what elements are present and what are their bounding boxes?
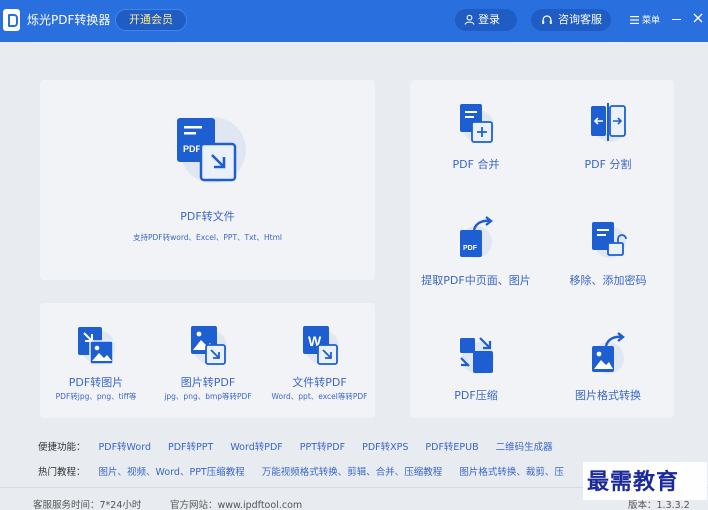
watermark-text: 最需教育 [587, 469, 680, 495]
customer-service-button[interactable]: 咨询客服 [531, 9, 611, 31]
pdf-split-label: PDF 分割 [584, 158, 632, 171]
image-format-tile[interactable]: 图片格式转换 [542, 312, 674, 418]
password-label: 移除、添加密码 [569, 274, 647, 287]
image-to-pdf-tile[interactable]: 图片转PDF jpg、png、bmp等转PDF [152, 303, 264, 418]
quick-links: 便捷功能： PDF转Word PDF转PPT Word转PDF PPT转PDF … [38, 439, 567, 453]
headset-icon [542, 15, 552, 24]
quick-links-heading: 便捷功能： [38, 442, 86, 453]
quick-link-pdf-to-word[interactable]: PDF转Word [99, 442, 151, 453]
title-bar: 烁光PDF转换器 开通会员 登录 咨询客服 菜单 [0, 0, 708, 42]
image-format-label: 图片格式转换 [575, 389, 641, 402]
pdf-to-image-icon [78, 327, 115, 365]
pdf-to-image-description: PDF转jpg、png、tiff等 [55, 392, 137, 401]
image-convert-icon [592, 332, 625, 374]
menu-button[interactable]: 菜单 [630, 13, 660, 26]
app-title: 烁光PDF转换器 [27, 13, 111, 27]
image-to-pdf-label: 图片转PDF [180, 376, 236, 389]
menu-icon [630, 16, 639, 24]
image-to-pdf-icon [191, 326, 227, 365]
file-to-pdf-tile[interactable]: W 文件转PDF Word、ppt、excel等转PDF [264, 303, 375, 418]
extract-pages-label: 提取PDF中页面、图片 [421, 274, 531, 287]
quick-link-pdf-to-ppt[interactable]: PDF转PPT [168, 442, 213, 453]
pdf-merge-tile[interactable]: PDF 合并 [410, 80, 542, 190]
compress-icon [460, 337, 494, 374]
login-label: 登录 [478, 13, 500, 26]
app-logo-icon [3, 9, 20, 31]
pdf-to-file-card[interactable]: PDF PDF转文件 支持PDF转word、Excel、PPT、Txt、Html [40, 80, 375, 280]
pdf-to-file-label: PDF转文件 [180, 210, 235, 223]
menu-label: 菜单 [642, 16, 661, 26]
word-file-icon: W [303, 326, 339, 365]
password-tile[interactable]: 移除、添加密码 [542, 196, 674, 306]
file-to-pdf-label: 文件转PDF [292, 376, 347, 389]
quick-link-word-to-pdf[interactable]: Word转PDF [230, 442, 282, 453]
user-icon [464, 14, 475, 25]
quick-link-pdf-to-epub[interactable]: PDF转EPUB [425, 442, 478, 453]
watermark-logo: 最需教育 [583, 462, 707, 500]
image-to-pdf-description: jpg、png、bmp等转PDF [164, 392, 252, 401]
tutorial-link-compress[interactable]: 图片、视频、Word、PPT压缩教程 [99, 467, 245, 478]
extract-icon: PDF [460, 216, 493, 258]
pdf-merge-label: PDF 合并 [452, 158, 500, 171]
pdf-to-file-description: 支持PDF转word、Excel、PPT、Txt、Html [133, 233, 282, 242]
svg-text:PDF: PDF [183, 144, 202, 154]
close-icon[interactable] [693, 13, 703, 23]
extract-pages-tile[interactable]: PDF 提取PDF中页面、图片 [410, 196, 542, 306]
service-label: 咨询客服 [558, 13, 602, 26]
quick-link-qrcode[interactable]: 二维码生成器 [496, 442, 553, 453]
conversion-tools-card: PDF转图片 PDF转jpg、png、tiff等 图片转PDF jpg、png、… [40, 303, 375, 418]
tutorial-links: 热门教程： 图片、视频、Word、PPT压缩教程 万能视频格式转换、剪辑、合并、… [38, 464, 578, 478]
pdf-compress-label: PDF压缩 [454, 389, 498, 402]
login-button[interactable]: 登录 [455, 9, 517, 31]
vip-button[interactable]: 开通会员 [115, 9, 187, 31]
official-website-link[interactable]: 官方网站：www.ipdftool.com [170, 497, 302, 510]
pdf-split-tile[interactable]: PDF 分割 [542, 80, 674, 190]
file-to-pdf-description: Word、ppt、excel等转PDF [271, 392, 368, 401]
pdf-to-file-icon: PDF [177, 117, 246, 183]
service-hours: 客服服务时间：7*24小时 [33, 500, 142, 510]
quick-link-pdf-to-xps[interactable]: PDF转XPS [362, 442, 408, 453]
tutorial-link-image[interactable]: 图片格式转换、裁剪、压 [459, 467, 564, 478]
pdf-split-icon [591, 103, 626, 142]
minimize-button[interactable] [672, 19, 681, 20]
pdf-merge-icon [460, 104, 494, 143]
lock-icon [592, 222, 627, 258]
pdf-compress-tile[interactable]: PDF压缩 [410, 312, 542, 418]
quick-link-ppt-to-pdf[interactable]: PPT转PDF [300, 442, 345, 453]
tutorials-heading: 热门教程： [38, 467, 86, 478]
pdf-tools-card: PDF 合并 PDF 分割 PDF 提取PDF中页面、图片 移除、添加密码 PD… [410, 80, 674, 418]
svg-text:PDF: PDF [463, 245, 478, 252]
tutorial-link-video[interactable]: 万能视频格式转换、剪辑、合并、压缩教程 [262, 467, 443, 478]
pdf-to-image-label: PDF转图片 [68, 376, 124, 389]
pdf-to-image-tile[interactable]: PDF转图片 PDF转jpg、png、tiff等 [40, 303, 152, 418]
